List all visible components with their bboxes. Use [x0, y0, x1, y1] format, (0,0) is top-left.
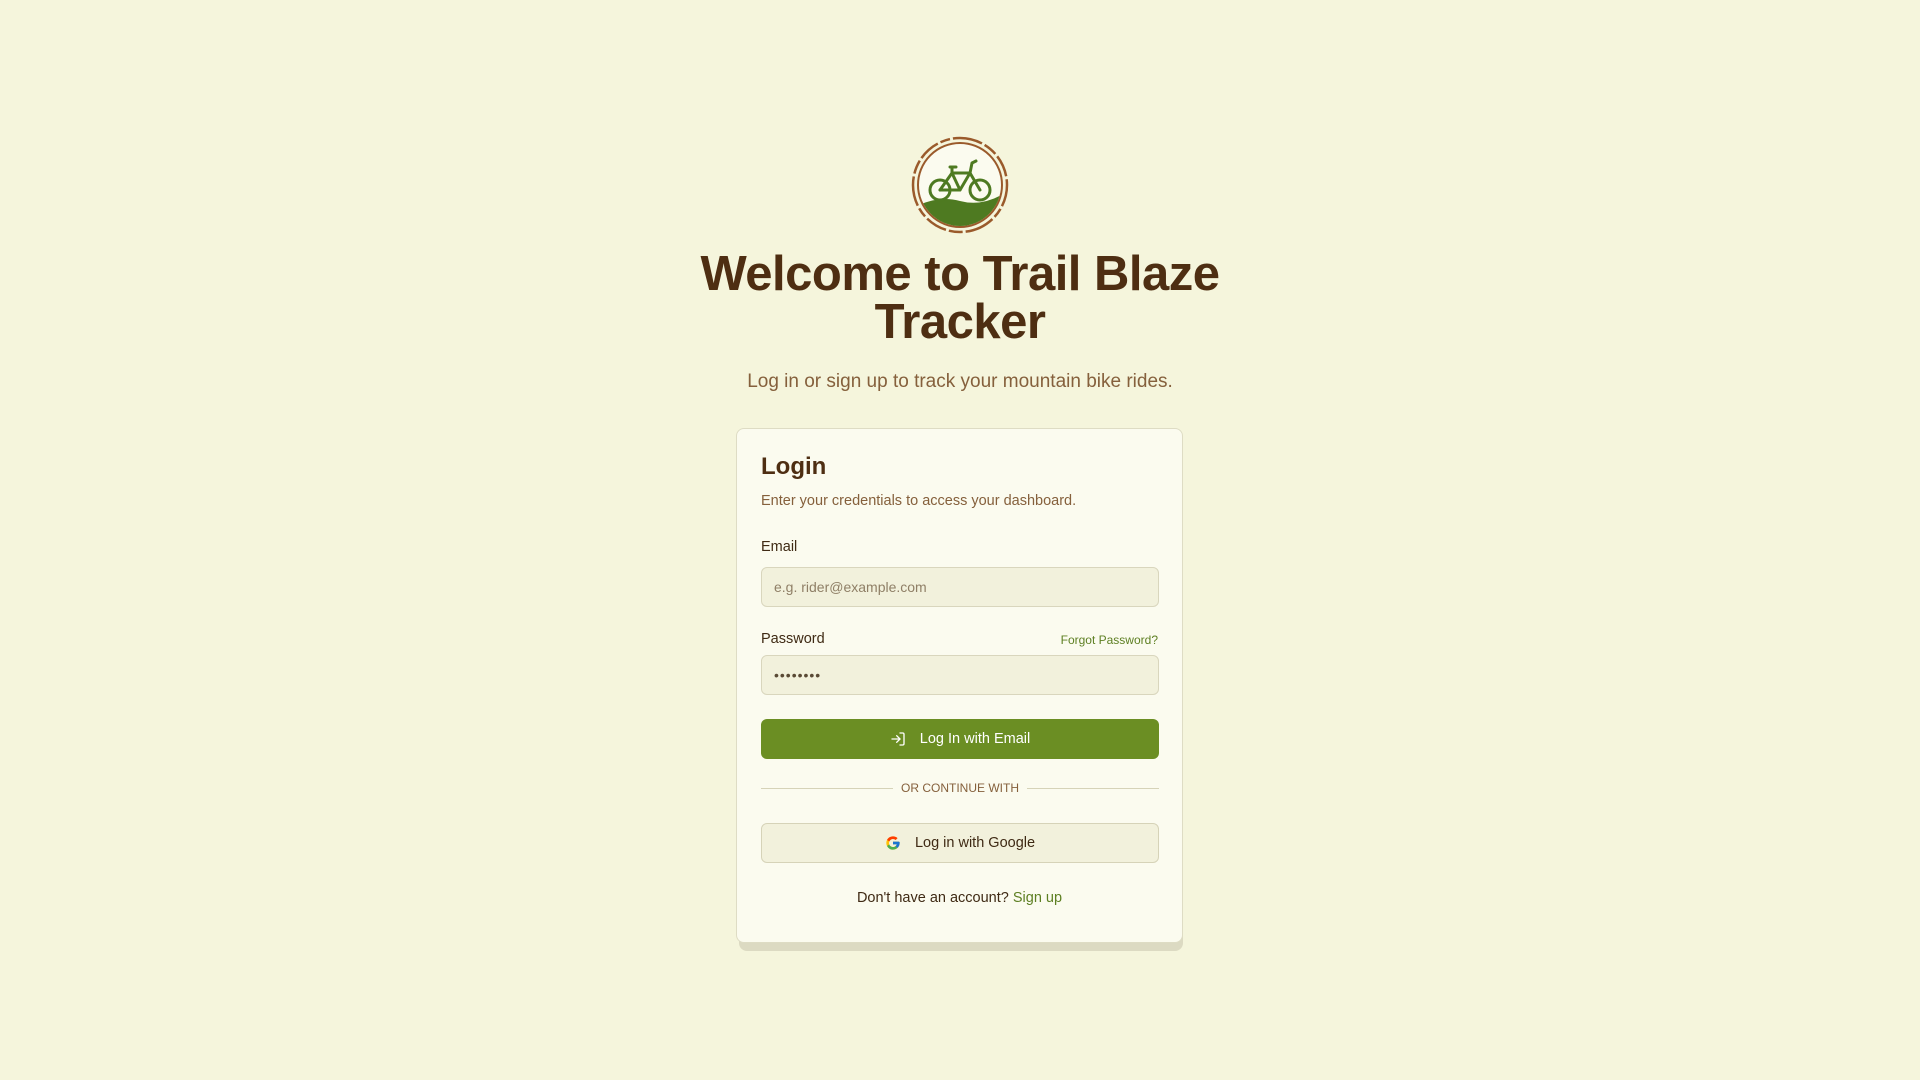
signup-prompt: Don't have an account?	[856, 890, 1009, 906]
divider-line-left	[761, 787, 893, 789]
divider: OR CONTINUE WITH	[761, 781, 1159, 795]
password-input[interactable]	[761, 655, 1159, 695]
login-card: Login Enter your credentials to access y…	[736, 428, 1183, 943]
forgot-password-link[interactable]: Forgot Password?	[1061, 633, 1158, 647]
login-description: Enter your credentials to access your da…	[761, 493, 1077, 509]
login-with-email-button[interactable]: Log In with Email	[761, 719, 1159, 759]
google-button-label: Log in with Google	[914, 835, 1036, 851]
email-input[interactable]	[761, 567, 1159, 607]
divider-line-right	[1027, 787, 1159, 789]
page-subtitle: Log in or sign up to track your mountain…	[747, 371, 1173, 392]
login-button-label: Log In with Email	[919, 731, 1031, 747]
login-page: Welcome to Trail Blaze Tracker Log in or…	[0, 0, 1920, 1080]
divider-text: OR CONTINUE WITH	[901, 781, 1019, 795]
login-with-google-button[interactable]: Log in with Google	[761, 823, 1159, 863]
google-icon	[886, 836, 900, 850]
log-in-icon	[891, 732, 905, 746]
signup-link[interactable]: Sign up	[1013, 890, 1062, 906]
email-label: Email	[761, 539, 798, 555]
password-label: Password	[761, 631, 825, 647]
login-title: Login	[761, 453, 827, 480]
signup-row: Don't have an account? Sign up	[737, 890, 1182, 906]
mountain-bike-logo-icon	[911, 136, 1009, 234]
page-title: Welcome to Trail Blaze Tracker	[700, 247, 1220, 349]
